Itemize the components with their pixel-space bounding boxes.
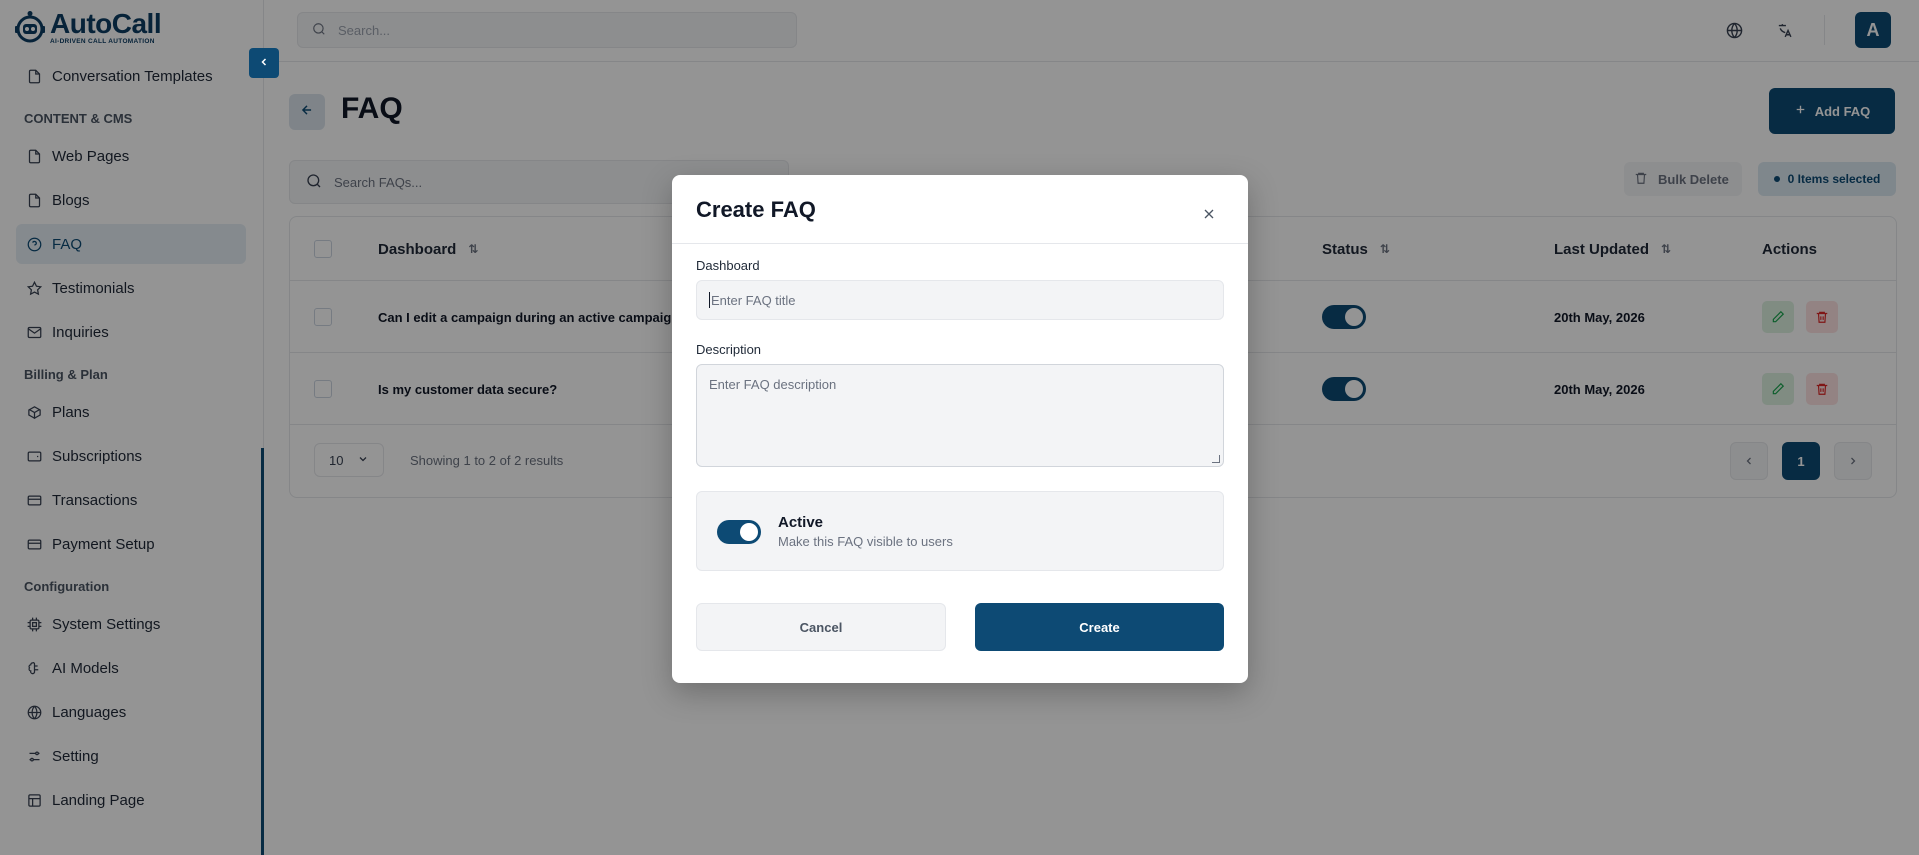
- active-title: Active: [778, 514, 824, 531]
- close-button[interactable]: [1200, 205, 1218, 223]
- active-toggle[interactable]: [717, 520, 761, 544]
- active-setting: Active Make this FAQ visible to users: [696, 491, 1224, 571]
- faq-title-placeholder: Enter FAQ title: [711, 292, 796, 308]
- modal-header: Create FAQ: [672, 175, 1248, 244]
- create-faq-modal: Create FAQ Dashboard Enter FAQ title Des…: [672, 175, 1248, 683]
- active-description: Make this FAQ visible to users: [778, 534, 953, 549]
- modal-title: Create FAQ: [696, 197, 816, 222]
- faq-description-placeholder: Enter FAQ description: [709, 377, 837, 392]
- faq-description-label: Description: [696, 342, 762, 357]
- create-button[interactable]: Create: [975, 603, 1224, 651]
- faq-title-input[interactable]: Enter FAQ title: [696, 280, 1224, 320]
- text-caret: [709, 292, 710, 308]
- faq-title-label: Dashboard: [696, 258, 760, 273]
- faq-description-textarea[interactable]: Enter FAQ description: [696, 364, 1224, 467]
- close-icon: [1204, 209, 1214, 219]
- sidebar-collapse-button[interactable]: [249, 48, 279, 78]
- cancel-button[interactable]: Cancel: [696, 603, 946, 651]
- resize-handle[interactable]: [1212, 455, 1220, 463]
- chevron-left-icon: [258, 55, 270, 71]
